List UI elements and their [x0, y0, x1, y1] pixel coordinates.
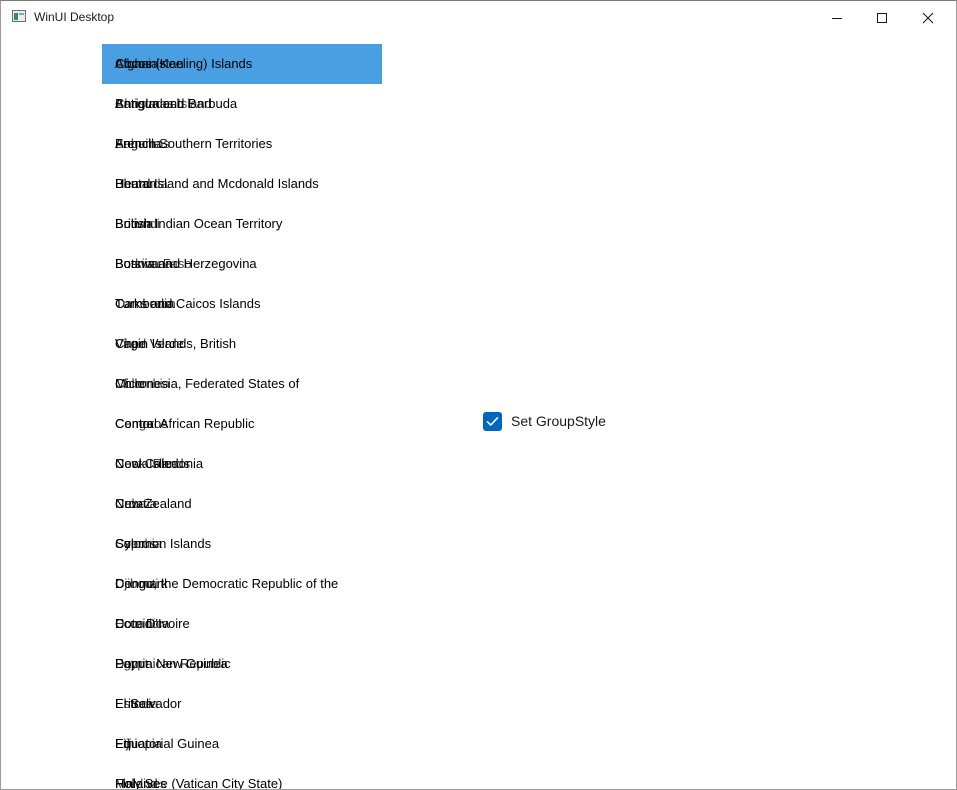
list-item[interactable]: Estonia Eritrea El Salvador — [102, 684, 382, 724]
list-item[interactable]: Ecuador Dominica Cote D'Ivoire — [102, 604, 382, 644]
minimize-button[interactable] — [814, 1, 860, 34]
maximize-icon — [877, 12, 887, 23]
list-item-label: Central African Republic — [115, 416, 255, 431]
list-item[interactable]: Bahamas Anguilla French Southern Territori… — [102, 124, 382, 164]
list-item-label: Bosnia and Herzegovina — [115, 256, 257, 271]
list-item[interactable]: Colombia Chile Micronesia, Federated State… — [102, 364, 382, 404]
list-item[interactable]: Burundi Bolivia British Indian Ocean Terri… — [102, 204, 382, 244]
list-item-label: Congo, the Democratic Republic of the — [115, 576, 339, 591]
list-item[interactable]: Burkina Faso Botswana Bosnia and Herzegovi… — [102, 244, 382, 284]
title-bar[interactable]: WinUI Desktop — [1, 1, 956, 34]
list-item-label: New Zealand — [115, 496, 192, 511]
minimize-icon — [832, 17, 842, 19]
checkbox-box[interactable] — [483, 411, 502, 431]
country-list-view[interactable]: Albania Afghanistan Cocos (Keeling) Island… — [102, 44, 382, 789]
list-item-label: New Caledonia — [115, 456, 204, 471]
list-item-label: Antigua and Barbuda — [115, 96, 238, 111]
list-item[interactable]: Costa Rica Cook Islands New Caledonia — [102, 444, 382, 484]
list-item-label: Cocos (Keeling) Islands — [115, 56, 253, 71]
list-item-label: Solomon Islands — [115, 536, 212, 551]
list-item-label: British Indian Ocean Territory — [115, 216, 283, 231]
list-item-label: Papua New Guinea — [115, 656, 228, 671]
checkmark-icon — [486, 416, 499, 426]
close-icon — [922, 12, 934, 23]
list-item-label: Cote D'Ivoire — [115, 616, 190, 631]
close-button[interactable] — [905, 1, 951, 34]
list-item-label: El Salvador — [115, 696, 182, 711]
window-title: WinUI Desktop — [34, 10, 115, 24]
list-item-label: Heard Island and Mcdonald Islands — [115, 176, 319, 191]
list-item[interactable]: Cuba Croatia New Zealand — [102, 484, 382, 524]
list-item[interactable]: Fiji Ethiopia Equatorial Guinea — [102, 724, 382, 764]
list-item[interactable]: Cameroon Cambodia Turks and Caicos Islands — [102, 284, 382, 324]
maximize-button[interactable] — [859, 1, 905, 34]
list-item[interactable]: Czechia Cyprus Solomon Islands — [102, 524, 382, 564]
group-style-checkbox[interactable]: Set GroupStyle — [483, 411, 606, 431]
list-item[interactable]: Bermuda Bhutan Heard Island and Mcdonald I… — [102, 164, 382, 204]
list-item-label: Micronesia, Federated States of — [115, 376, 300, 391]
list-item[interactable]: Egypt Dominican Republic Papua New Guinea — [102, 644, 382, 684]
list-item-label: Holy See (Vatican City State) — [115, 776, 283, 789]
list-item-label: French Southern Territories — [115, 136, 273, 151]
app-window: WinUI Desktop Albania Afghanistan Cocos (K… — [0, 0, 957, 790]
list-item[interactable]: Congo Comoros Central African Republic — [102, 404, 382, 444]
list-item[interactable]: Christmas Island Bangladesh Antigua and Ba… — [102, 84, 382, 124]
list-item-label: Turks and Caicos Islands — [115, 296, 261, 311]
list-item-selected[interactable]: Albania Afghanistan Cocos (Keeling) Island… — [102, 44, 382, 84]
content-area: Albania Afghanistan Cocos (Keeling) Island… — [1, 34, 956, 789]
list-item[interactable]: Chad Cape Verde Virgin Islands, British — [102, 324, 382, 364]
list-item[interactable]: Djibouti Denmark Congo, the Democratic Rep… — [102, 564, 382, 604]
group-style-label: Set GroupStyle — [511, 413, 606, 429]
list-item-label: Virgin Islands, British — [115, 336, 237, 351]
list-item-label: Equatorial Guinea — [115, 736, 220, 751]
app-window-icon — [12, 10, 26, 22]
list-item[interactable]: Maldives Finland Holy See (Vatican City St… — [102, 764, 382, 789]
